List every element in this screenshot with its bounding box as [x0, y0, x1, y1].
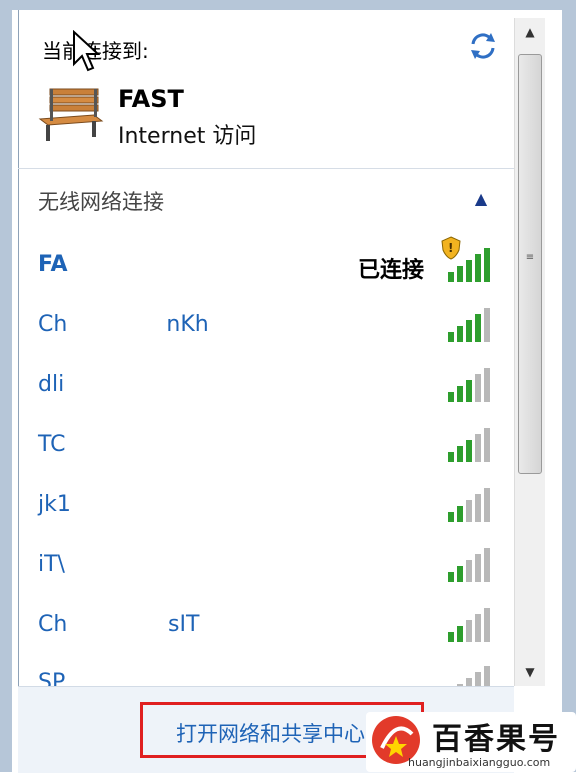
- wireless-section-label: 无线网络连接: [38, 190, 164, 214]
- signal-strength-icon: [448, 368, 490, 402]
- network-ssid: Ch: [38, 612, 68, 637]
- network-ssid: iT\: [38, 552, 65, 577]
- network-ssid-tail: sIT: [168, 612, 200, 637]
- grip-icon: ≡: [525, 252, 535, 263]
- network-row-ch1[interactable]: Ch nKh: [38, 304, 498, 348]
- network-ssid: TC: [38, 432, 66, 457]
- signal-strength-icon: [448, 428, 490, 462]
- scrollbar-thumb[interactable]: ≡: [518, 54, 542, 474]
- network-ssid: Ch: [38, 312, 68, 337]
- signal-strength-icon: [448, 608, 490, 642]
- connected-status: 已连接: [358, 258, 425, 283]
- network-list-scrollbar[interactable]: ▲ ≡ ▼: [514, 18, 545, 686]
- network-ssid: jk1: [38, 492, 71, 517]
- scroll-down-icon[interactable]: ▼: [515, 658, 545, 686]
- divider: [18, 168, 514, 169]
- network-ssid-tail: nKh: [162, 312, 209, 337]
- current-network-name: FAST: [118, 85, 184, 113]
- signal-strength-icon: [448, 248, 490, 282]
- network-row-sp[interactable]: SP: [38, 662, 498, 686]
- network-row-tc[interactable]: TC: [38, 424, 498, 468]
- network-row-jk1[interactable]: jk1: [38, 484, 498, 528]
- window-inner-border: [18, 10, 19, 772]
- scroll-up-icon[interactable]: ▲: [515, 18, 545, 46]
- network-ssid: FA: [38, 252, 68, 277]
- chevron-up-icon[interactable]: ▲: [470, 188, 492, 210]
- network-row-dli[interactable]: dli: [38, 364, 498, 408]
- current-network-access: Internet 访问: [118, 124, 257, 149]
- network-ssid: dli: [38, 372, 65, 397]
- open-network-sharing-center-link[interactable]: 打开网络和共享中心: [176, 718, 365, 748]
- signal-strength-icon: [448, 488, 490, 522]
- refresh-icon[interactable]: [467, 30, 499, 62]
- watermark-text: 百香果号: [432, 722, 560, 757]
- signal-strength-icon: [448, 548, 490, 582]
- watermark-url: huangjinbaixiangguo.com: [408, 756, 551, 769]
- bench-network-icon: [38, 88, 104, 141]
- network-row-itv[interactable]: iT\: [38, 544, 498, 588]
- network-row-fa[interactable]: FA 已连接 !: [38, 236, 498, 288]
- network-ssid: SP: [38, 670, 66, 686]
- mouse-cursor-icon: [73, 30, 100, 72]
- signal-strength-icon: [457, 666, 490, 686]
- signal-strength-icon: [448, 308, 490, 342]
- network-row-ch2[interactable]: Ch sIT: [38, 604, 498, 648]
